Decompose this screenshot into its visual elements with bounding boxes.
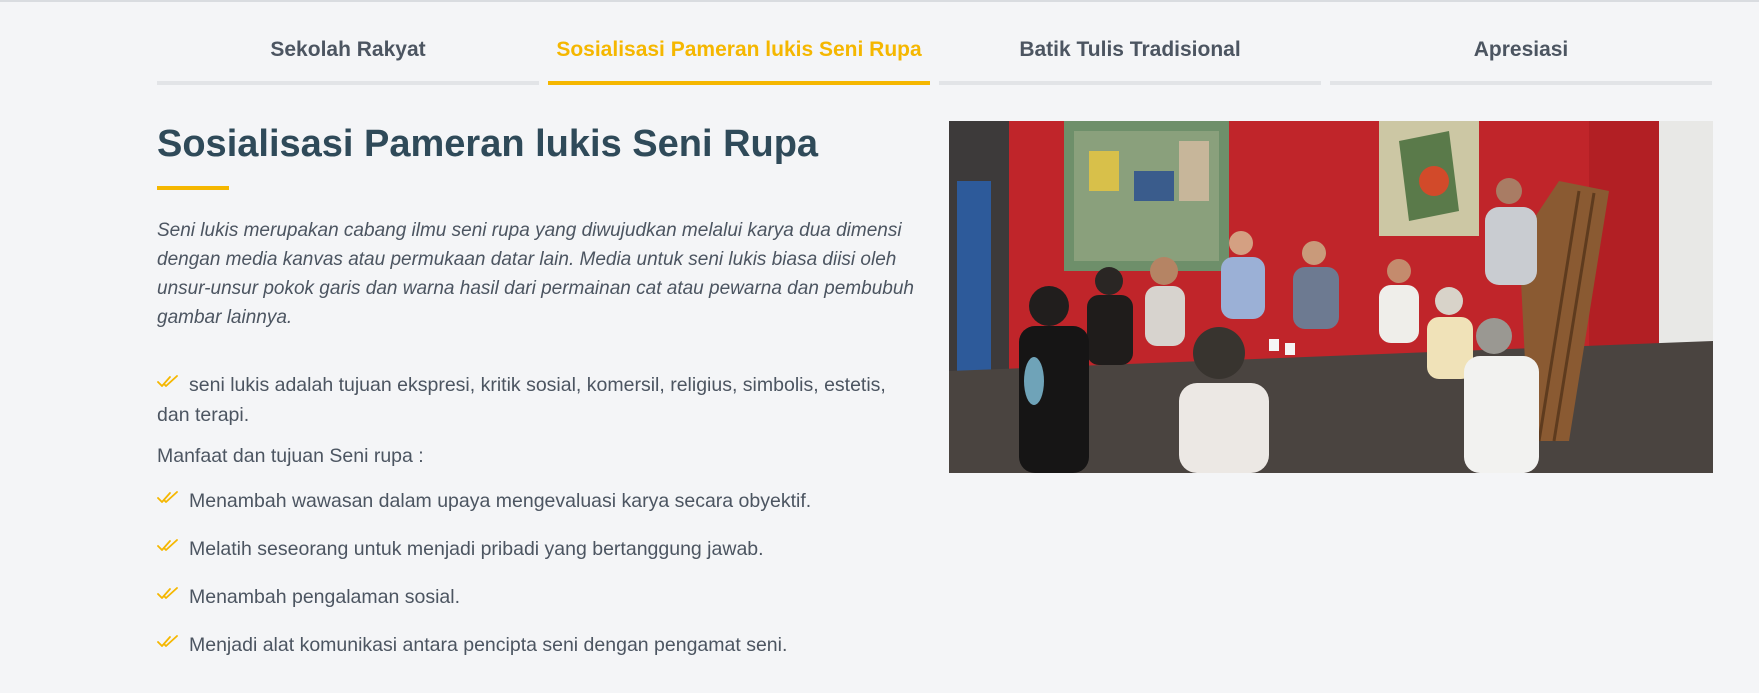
double-check-icon	[157, 491, 179, 505]
list-item: Melatih seseorang untuk menjadi pribadi …	[157, 534, 917, 564]
benefits-list: Menambah wawasan dalam upaya mengevaluas…	[157, 486, 917, 660]
list-item: Menjadi alat komunikasi antara pencipta …	[157, 630, 917, 660]
intro-paragraph: Seni lukis merupakan cabang ilmu seni ru…	[157, 220, 914, 328]
double-check-icon	[157, 539, 179, 553]
tab-sekolah-rakyat[interactable]: Sekolah Rakyat	[157, 28, 539, 85]
purpose-text: seni lukis adalah tujuan ekspresi, kriti…	[157, 374, 886, 426]
benefits-heading: Manfaat dan tujuan Seni rupa :	[157, 445, 424, 467]
page-title: Sosialisasi Pameran lukis Seni Rupa	[157, 123, 819, 165]
workshop-photo	[949, 121, 1713, 473]
list-item: Menambah wawasan dalam upaya mengevaluas…	[157, 486, 917, 516]
tab-sosialisasi-pameran[interactable]: Sosialisasi Pameran lukis Seni Rupa	[548, 28, 930, 85]
list-item-text: Melatih seseorang untuk menjadi pribadi …	[189, 538, 764, 560]
top-divider	[0, 0, 1759, 2]
double-check-icon	[157, 587, 179, 601]
tab-content: Sosialisasi Pameran lukis Seni Rupa Seni…	[157, 120, 917, 678]
purpose-bullet: seni lukis adalah tujuan ekspresi, kriti…	[157, 370, 917, 430]
tab-batik-tulis[interactable]: Batik Tulis Tradisional	[939, 28, 1321, 85]
double-check-icon	[157, 635, 179, 649]
double-check-icon	[157, 375, 179, 389]
tab-apresiasi[interactable]: Apresiasi	[1330, 28, 1712, 85]
list-item: Menambah pengalaman sosial.	[157, 582, 917, 612]
title-underline	[157, 186, 229, 190]
tab-bar: Sekolah Rakyat Sosialisasi Pameran lukis…	[157, 28, 1712, 85]
list-item-text: Menambah wawasan dalam upaya mengevaluas…	[189, 490, 812, 512]
list-item-text: Menambah pengalaman sosial.	[189, 586, 461, 608]
list-item-text: Menjadi alat komunikasi antara pencipta …	[189, 634, 788, 656]
